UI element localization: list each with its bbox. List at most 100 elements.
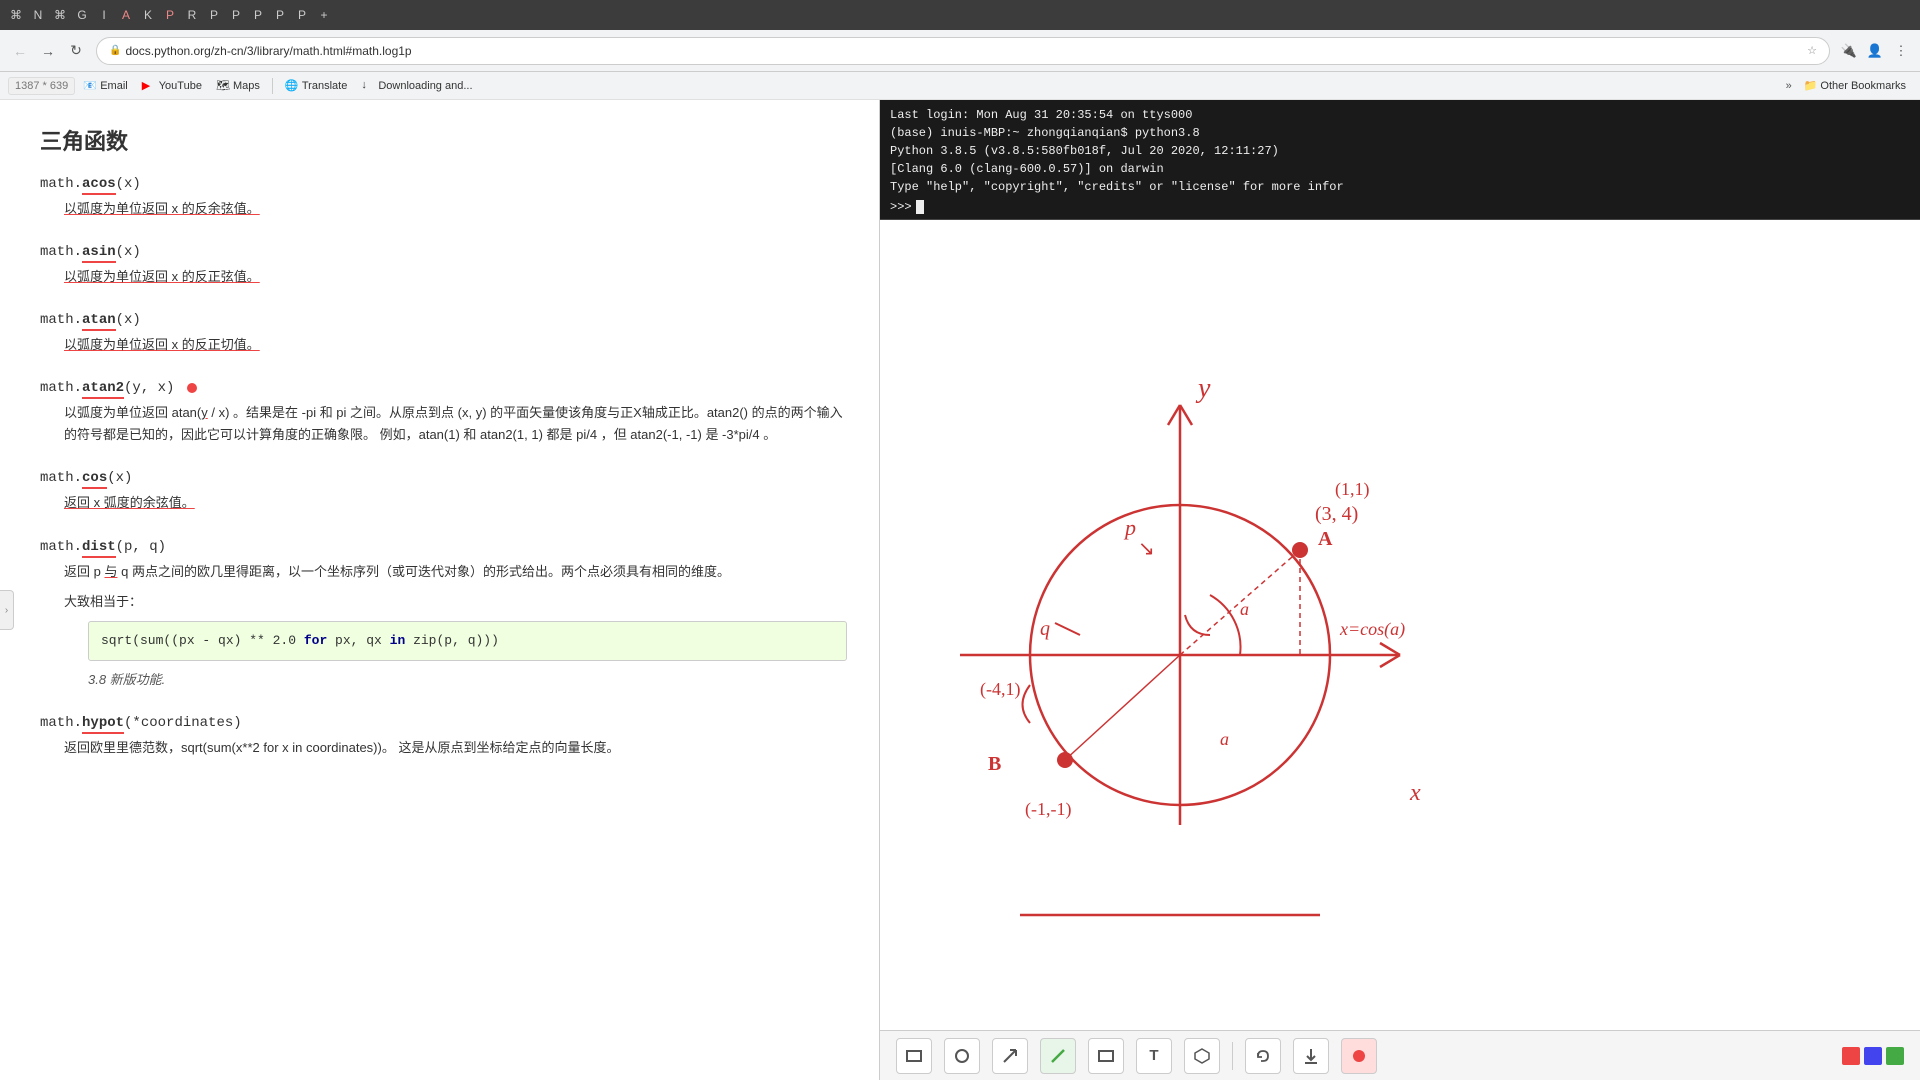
module-name-acos: math. (40, 176, 82, 192)
extensions-button[interactable]: 🔌 (1838, 40, 1860, 62)
toolbar-n-icon[interactable]: N (30, 7, 46, 23)
toolbar-p6-icon[interactable]: P (294, 7, 310, 23)
module-name-cos: math. (40, 470, 82, 486)
forward-button[interactable]: → (36, 39, 60, 63)
args-atan: (x) (116, 312, 141, 328)
undo-button[interactable] (1245, 1038, 1281, 1074)
svg-text:p: p (1123, 515, 1136, 540)
menu-button[interactable]: ⋮ (1890, 40, 1912, 62)
desc-asin: 以弧度为单位返回 x 的反正弦值。 (40, 266, 847, 288)
profile-button[interactable]: 👤 (1864, 40, 1886, 62)
color-swatches (1842, 1047, 1904, 1065)
terminal-line2: (base) inuis-MBP:~ zhongqianqian$ python… (890, 124, 1910, 142)
svg-text:(3, 4): (3, 4) (1315, 503, 1358, 525)
main-area: › 三角函数 math.acos(x) 以弧度为单位返回 x 的反余弦值。 ma… (0, 100, 1920, 1080)
toolbar-a-icon[interactable]: A (118, 7, 134, 23)
bookmarks-divider1 (272, 78, 273, 94)
bookmark-youtube-label: YouTube (159, 80, 202, 92)
toolbar-p1-icon[interactable]: P (162, 7, 178, 23)
color-swatch-blue[interactable] (1864, 1047, 1882, 1065)
function-sig-cos: math.cos(x) (40, 470, 847, 486)
args-cos: (x) (107, 470, 132, 486)
text-tool-button[interactable]: T (1136, 1038, 1172, 1074)
bookmark-maps[interactable]: 🗺 Maps (210, 77, 266, 95)
color-swatch-green[interactable] (1886, 1047, 1904, 1065)
toolbar-i-icon[interactable]: I (96, 7, 112, 23)
rectangle-tool-button[interactable] (896, 1038, 932, 1074)
pen-tool-button[interactable] (1040, 1038, 1076, 1074)
download-button[interactable] (1293, 1038, 1329, 1074)
args-hypot: (*coordinates) (124, 715, 242, 731)
toolbar-p3-icon[interactable]: P (228, 7, 244, 23)
desc-acos: 以弧度为单位返回 x 的反余弦值。 (40, 198, 847, 220)
svg-text:x: x (1409, 780, 1421, 806)
toolbar-g-icon[interactable]: G (74, 7, 90, 23)
args-acos: (x) (116, 176, 141, 192)
toolbar-p4-icon[interactable]: P (250, 7, 266, 23)
toolbar-p2-icon[interactable]: P (206, 7, 222, 23)
right-panel: Last login: Mon Aug 31 20:35:54 on ttys0… (880, 100, 1920, 1080)
maps-icon: 🗺 (216, 79, 230, 93)
module-name-asin: math. (40, 244, 82, 260)
terminal: Last login: Mon Aug 31 20:35:54 on ttys0… (880, 100, 1920, 220)
function-sig-asin: math.asin(x) (40, 244, 847, 260)
terminal-line3: Python 3.8.5 (v3.8.5:580fb018f, Jul 20 2… (890, 142, 1910, 160)
func-name-cos: cos (82, 470, 107, 489)
toolbar-cmd-icon[interactable]: ⌘ (8, 7, 24, 23)
toolbar-cmd2-icon[interactable]: ⌘ (52, 7, 68, 23)
toolbar-k-icon[interactable]: K (140, 7, 156, 23)
args-dist: (p, q) (116, 539, 166, 555)
bookmarks-more: » 📁 Other Bookmarks (1786, 77, 1912, 94)
other-bookmarks-label: Other Bookmarks (1820, 80, 1906, 92)
toolbar-r-icon[interactable]: R (184, 7, 200, 23)
desc-cos-text: 返回 x 弧度的余弦值。 (64, 495, 195, 510)
bookmarks-bar: 1387 * 639 📧 Email ▶ YouTube 🗺 Maps 🌐 Tr… (0, 72, 1920, 100)
module-name-atan: math. (40, 312, 82, 328)
other-bookmarks[interactable]: 📁 Other Bookmarks (1798, 77, 1912, 94)
terminal-prompt[interactable]: >>> (890, 200, 1910, 214)
address-bar[interactable]: 🔒 docs.python.org/zh-cn/3/library/math.h… (96, 37, 1830, 65)
bookmark-maps-label: Maps (233, 80, 260, 92)
back-button[interactable]: ← (8, 39, 32, 63)
function-entry-atan: math.atan(x) 以弧度为单位返回 x 的反正切值。 (40, 312, 847, 356)
circle-tool-button[interactable] (944, 1038, 980, 1074)
function-entry-cos: math.cos(x) 返回 x 弧度的余弦值。 (40, 470, 847, 514)
browser-actions: 🔌 👤 ⋮ (1838, 40, 1912, 62)
func-name-atan2: atan2 (82, 380, 124, 399)
code-text-dist: sqrt(sum((px - qx) ** 2.0 for px, qx in … (101, 633, 499, 648)
desc-acos-text: 以弧度为单位返回 x 的反余弦值。 (64, 201, 260, 216)
toolbar-plus-icon[interactable]: + (316, 7, 332, 23)
math-drawing-svg: y x p ↘ (3, 4) A (1,1) x=cos(a) (880, 220, 1920, 1030)
bookmark-translate[interactable]: 🌐 Translate (279, 77, 353, 95)
lock-icon: 🔒 (109, 45, 121, 56)
more-bookmarks-icon[interactable]: » (1786, 80, 1792, 92)
star-icon[interactable]: ☆ (1807, 44, 1817, 57)
desc-dist: 返回 p 与 q 两点之间的欧几里得距离，以一个坐标序列（或可迭代对象）的形式给… (40, 561, 847, 691)
bookmark-email-label: Email (100, 80, 128, 92)
bookmark-youtube[interactable]: ▶ YouTube (136, 77, 208, 95)
reload-button[interactable]: ↻ (64, 39, 88, 63)
function-entry-asin: math.asin(x) 以弧度为单位返回 x 的反正弦值。 (40, 244, 847, 288)
drawing-canvas[interactable]: y x p ↘ (3, 4) A (1,1) x=cos(a) (880, 220, 1920, 1030)
browser-content[interactable]: › 三角函数 math.acos(x) 以弧度为单位返回 x 的反余弦值。 ma… (0, 100, 880, 1080)
section-title: 三角函数 (40, 124, 847, 156)
function-entry-acos: math.acos(x) 以弧度为单位返回 x 的反余弦值。 (40, 176, 847, 220)
bookmark-downloading[interactable]: ↓ Downloading and... (355, 77, 478, 95)
color-picker-button[interactable] (1341, 1038, 1377, 1074)
terminal-line5: Type "help", "copyright", "credits" or "… (890, 178, 1910, 196)
polygon-tool-button[interactable] (1184, 1038, 1220, 1074)
svg-text:(-1,-1): (-1,-1) (1025, 799, 1071, 820)
sidebar-toggle[interactable]: › (0, 590, 14, 630)
svg-text:a: a (1220, 729, 1229, 749)
terminal-line1: Last login: Mon Aug 31 20:35:54 on ttys0… (890, 106, 1910, 124)
toolbar-p5-icon[interactable]: P (272, 7, 288, 23)
svg-text:y: y (1195, 373, 1211, 404)
desc-dist-main: 返回 p 与 q 两点之间的欧几里得距离，以一个坐标序列（或可迭代对象）的形式给… (64, 561, 847, 583)
version-note-dist: 3.8 新版功能. (64, 669, 847, 691)
arrow-tool-button[interactable] (992, 1038, 1028, 1074)
function-sig-atan: math.atan(x) (40, 312, 847, 328)
color-swatch-red[interactable] (1842, 1047, 1860, 1065)
shape-tool-button[interactable] (1088, 1038, 1124, 1074)
code-block-dist: sqrt(sum((px - qx) ** 2.0 for px, qx in … (88, 621, 847, 661)
bookmark-email[interactable]: 📧 Email (77, 77, 134, 95)
